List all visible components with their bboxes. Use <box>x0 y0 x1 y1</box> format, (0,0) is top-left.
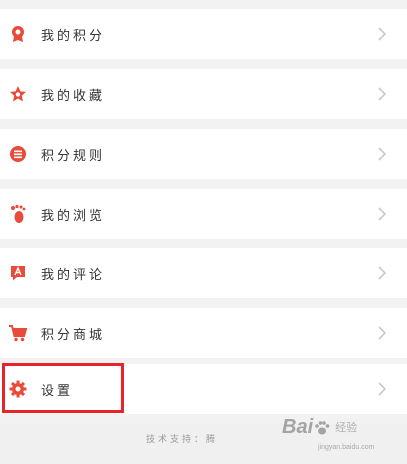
menu-item-label: 积分规则 <box>41 148 106 164</box>
menu-item-my-comments[interactable]: 我的评论 <box>0 248 407 298</box>
chevron-right-icon <box>378 207 387 221</box>
paw-icon <box>315 420 330 434</box>
menu-item-label: 我的积分 <box>41 28 106 44</box>
settings-highlight-box <box>2 363 124 413</box>
chevron-right-icon <box>378 147 387 161</box>
watermark-jingyan: 经验 <box>335 420 358 434</box>
points-badge-icon <box>8 24 28 44</box>
comment-icon <box>8 263 28 283</box>
rules-icon <box>8 144 28 164</box>
menu-item-label: 我的评论 <box>41 267 106 283</box>
chevron-right-icon <box>378 87 387 101</box>
menu-item-points-mall[interactable]: 积分商城 <box>0 308 407 358</box>
footprint-icon <box>8 204 28 224</box>
chevron-right-icon <box>378 27 387 41</box>
menu-item-my-browsing[interactable]: 我的浏览 <box>0 189 407 239</box>
watermark: Bai 经验 <box>282 416 357 439</box>
menu-item-my-points[interactable]: 我的积分 <box>0 9 407 59</box>
chevron-right-icon <box>378 266 387 280</box>
tech-support-text: 技术支持：腾 <box>146 435 219 445</box>
star-icon <box>8 84 28 104</box>
watermark-url: jingyan.baidu.com <box>318 444 375 451</box>
menu-item-points-rules[interactable]: 积分规则 <box>0 129 407 179</box>
menu-item-my-favorites[interactable]: 我的收藏 <box>0 69 407 119</box>
menu-item-label: 我的浏览 <box>41 208 106 224</box>
chevron-right-icon <box>378 326 387 340</box>
menu-item-label: 我的收藏 <box>41 88 106 104</box>
watermark-brand: Bai <box>282 416 314 438</box>
cart-icon <box>8 323 28 343</box>
menu-item-label: 积分商城 <box>41 327 106 343</box>
chevron-right-icon <box>378 382 387 396</box>
